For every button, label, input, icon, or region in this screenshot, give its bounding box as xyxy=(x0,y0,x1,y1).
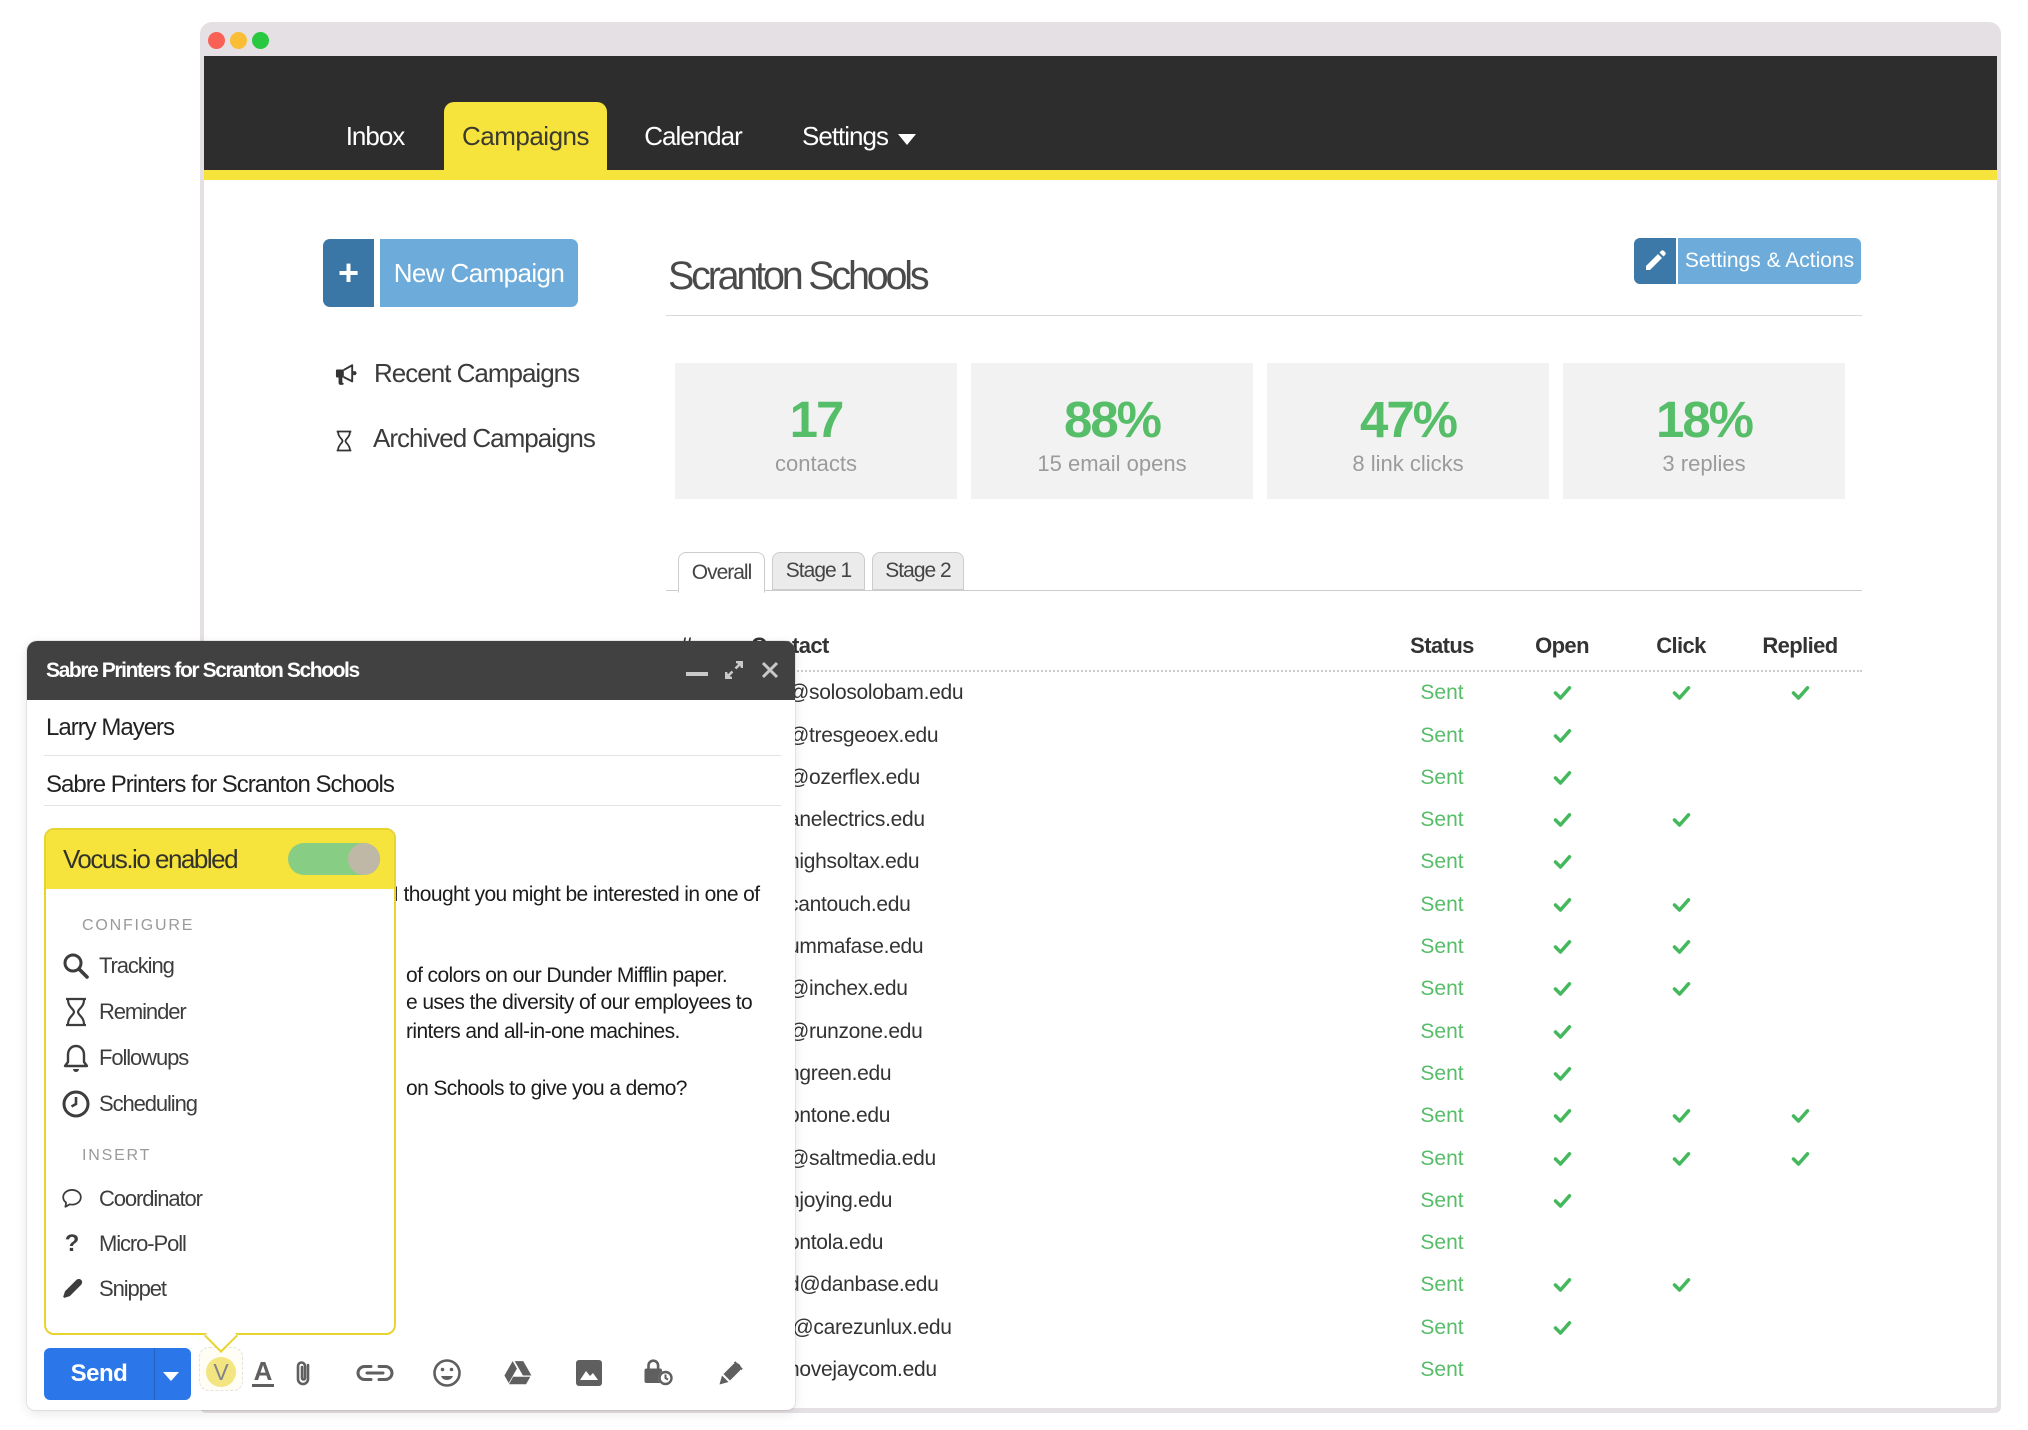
svg-text:A: A xyxy=(254,1358,273,1386)
